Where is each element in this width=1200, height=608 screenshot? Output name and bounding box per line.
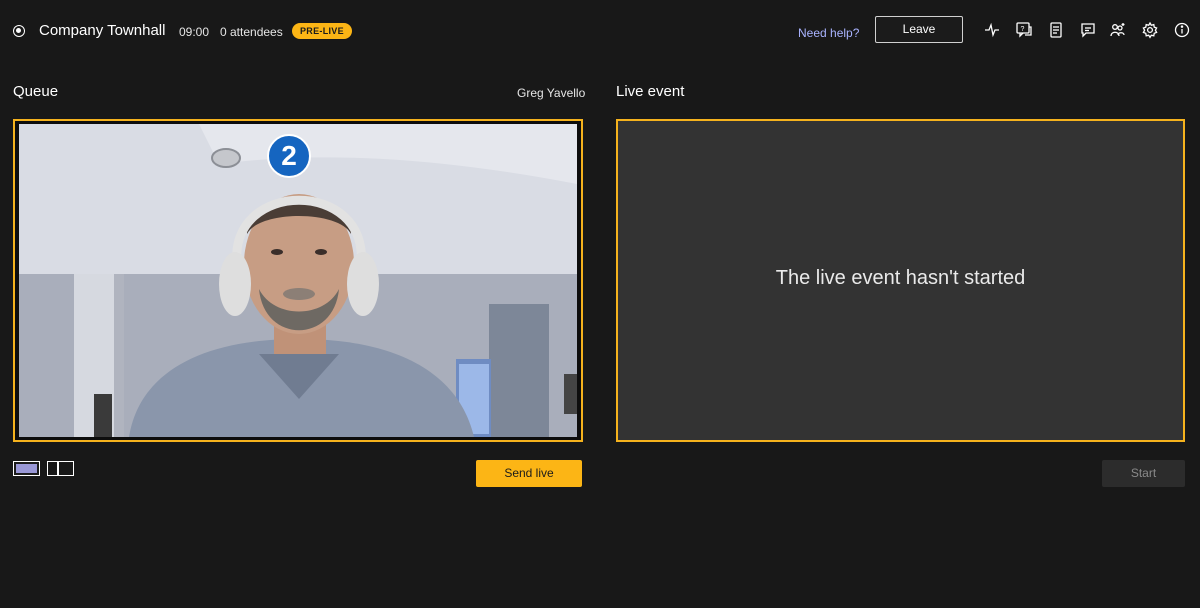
settings-icon[interactable] — [1141, 21, 1159, 39]
status-badge: PRE-LIVE — [292, 23, 352, 39]
need-help-link[interactable]: Need help? — [798, 26, 859, 40]
start-button[interactable]: Start — [1102, 460, 1185, 487]
presenter-name: Greg Yavello — [517, 86, 586, 100]
live-status-message: The live event hasn't started — [775, 267, 1026, 289]
svg-text:?: ? — [1021, 26, 1025, 33]
event-title: Company Townhall — [39, 22, 166, 39]
people-icon[interactable] — [1109, 21, 1127, 39]
top-bar: Company Townhall 09:00 0 attendees PRE-L… — [0, 0, 1200, 62]
layout-single-icon[interactable] — [13, 461, 40, 476]
live-event-label: Live event — [616, 83, 685, 100]
queue-label: Queue — [13, 83, 59, 100]
layout-split-icon[interactable] — [47, 461, 74, 476]
attendee-count: 0 attendees — [220, 25, 283, 39]
notes-icon[interactable] — [1047, 21, 1065, 39]
record-status-icon — [13, 25, 25, 37]
send-live-button[interactable]: Send live — [476, 460, 582, 487]
health-icon[interactable] — [983, 21, 1001, 39]
live-event-frame: The live event hasn't started — [616, 119, 1185, 442]
event-time: 09:00 — [179, 25, 210, 39]
info-icon[interactable] — [1173, 21, 1191, 39]
leave-button[interactable]: Leave — [875, 16, 963, 43]
queue-number-badge: 2 — [267, 134, 311, 178]
chat-icon[interactable] — [1079, 21, 1097, 39]
qna-icon[interactable]: ? — [1015, 21, 1033, 39]
